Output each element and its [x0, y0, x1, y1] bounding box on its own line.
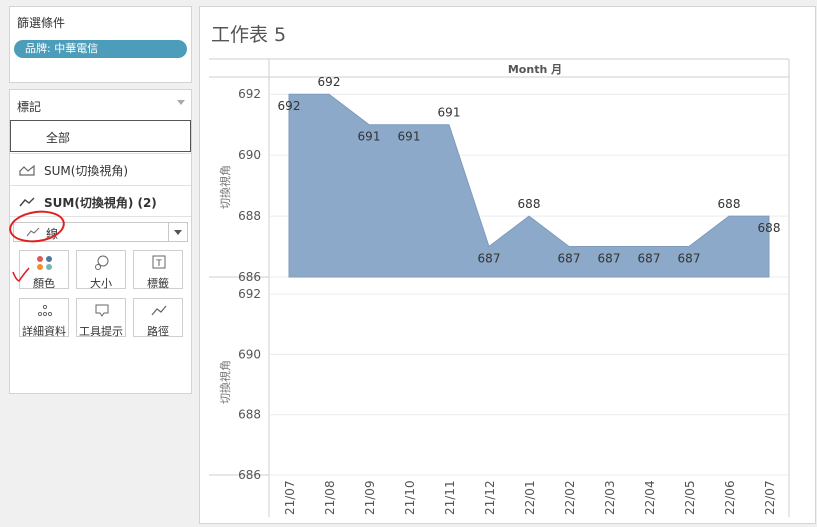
y-tick-label: 686 [238, 468, 261, 482]
y-tick-label: 690 [238, 148, 261, 162]
marks-title: 標記 [17, 100, 42, 114]
path-label: 路徑 [147, 325, 169, 338]
x-tick-label: 21/11 [443, 480, 457, 515]
tooltip-button[interactable]: 工具提示 [76, 298, 126, 338]
size-button[interactable]: 大小 [76, 250, 126, 290]
area-series [288, 93, 770, 278]
line-mark-icon [26, 227, 40, 237]
marks-tab-all-label: 全部 [46, 131, 71, 145]
filters-card: 篩選條件 品牌: 中華電信 [9, 6, 192, 83]
x-tick-label: 22/05 [683, 480, 697, 515]
text-label-icon: T [152, 255, 166, 269]
data-label: 687 [478, 252, 501, 266]
detail-dots-icon [37, 304, 53, 317]
x-tick-label: 22/01 [523, 480, 537, 515]
marks-tab-sum-1[interactable]: SUM(切換視角) [10, 153, 191, 185]
y-tick-label: 690 [238, 347, 261, 361]
y-axis-title-bottom: 切換視角 [218, 360, 232, 404]
mark-type-label: 線 [46, 227, 59, 241]
marks-tab-sum-2[interactable]: SUM(切換視角) (2) [10, 185, 191, 217]
x-tick-label: 22/02 [563, 480, 577, 515]
data-label: 691 [358, 130, 381, 144]
data-label: 692 [318, 75, 341, 89]
data-label: 691 [438, 106, 461, 120]
x-tick-label: 22/04 [643, 480, 657, 515]
x-tick-label: 22/07 [763, 480, 777, 515]
annotation-check-mark [12, 267, 30, 282]
chart-area: Month 月 切換視角 切換視角 686 688 690 692 692 692 691 6… [209, 58, 790, 517]
data-label: 687 [638, 252, 661, 266]
label-button[interactable]: T 標籤 [133, 250, 183, 290]
marks-menu-caret-icon[interactable] [177, 100, 185, 105]
tooltip-icon [95, 304, 109, 317]
detail-button[interactable]: 詳細資料 [19, 298, 69, 338]
x-tick-label: 21/10 [403, 480, 417, 515]
marks-card: 標記 全部 SUM(切換視角) SUM(切換視角) (2) 線 顏色 大小 T … [9, 89, 192, 394]
filter-pill-brand[interactable]: 品牌: 中華電信 [14, 40, 187, 58]
x-tick-label: 21/07 [283, 480, 297, 515]
x-tick-label: 22/06 [723, 480, 737, 515]
y-tick-label: 688 [238, 408, 261, 422]
data-label: 688 [518, 197, 541, 211]
marks-tab-sum-1-label: SUM(切換視角) [44, 164, 129, 178]
detail-label: 詳細資料 [22, 325, 66, 338]
svg-text:T: T [155, 259, 162, 269]
data-label: 687 [558, 252, 581, 266]
y-tick-label: 692 [238, 287, 261, 301]
marks-tab-sum-2-label: SUM(切換視角) (2) [44, 196, 157, 210]
data-label: 688 [718, 197, 741, 211]
size-label: 大小 [90, 277, 112, 290]
path-icon [151, 305, 167, 316]
y-axis-title-top: 切換視角 [218, 165, 232, 209]
data-label: 687 [678, 252, 701, 266]
area-chart-icon [19, 164, 35, 176]
tooltip-label: 工具提示 [79, 325, 123, 338]
mark-type-dropdown[interactable]: 線 [13, 222, 188, 242]
x-tick-label: 21/08 [323, 480, 337, 515]
label-label: 標籤 [147, 277, 169, 290]
data-label: 688 [758, 221, 781, 235]
data-label: 691 [398, 130, 421, 144]
data-label: 692 [278, 99, 301, 113]
y-tick-label: 686 [238, 270, 261, 284]
x-tick-label: 21/12 [483, 480, 497, 515]
y-tick-label: 692 [238, 87, 261, 101]
size-icon [95, 255, 109, 270]
path-button[interactable]: 路徑 [133, 298, 183, 338]
y-tick-label: 688 [238, 209, 261, 223]
line-chart-icon [19, 197, 35, 207]
worksheet-panel: 工作表 5 Month 月 切換視角 切換視角 686 688 690 692 692 6… [199, 6, 816, 524]
x-tick-label: 21/09 [363, 480, 377, 515]
column-header: Month 月 [508, 63, 562, 76]
data-label: 687 [598, 252, 621, 266]
filters-title: 篩選條件 [17, 16, 66, 30]
chevron-down-icon[interactable] [168, 223, 187, 241]
marks-tab-all[interactable]: 全部 [10, 120, 191, 152]
x-tick-label: 22/03 [603, 480, 617, 515]
